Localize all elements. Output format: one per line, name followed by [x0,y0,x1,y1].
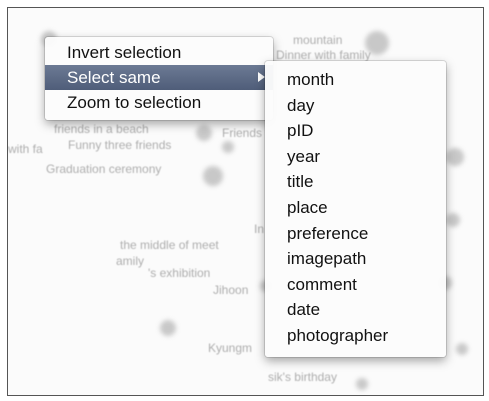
photo-caption: amily [116,254,145,268]
context-menu: Invert selection Select same Zoom to sel… [45,37,273,120]
photo-bubble[interactable] [203,166,223,186]
menu-item-label: Invert selection [67,43,182,62]
photo-caption: Friends [222,126,263,140]
submenu-item-photographer[interactable]: photographer [265,323,446,349]
menu-item-zoom-to-selection[interactable]: Zoom to selection [45,90,273,115]
photo-bubble[interactable] [446,213,460,227]
photo-caption: Kyungm [208,341,253,355]
submenu-item-preference[interactable]: preference [265,221,446,247]
submenu-item-title[interactable]: title [265,169,446,195]
submenu-item-year[interactable]: year [265,144,446,170]
submenu-item-imagepath[interactable]: imagepath [265,246,446,272]
photo-caption: Graduation ceremony [46,162,162,176]
photo-caption: friends in a beach [54,122,149,136]
photo-bubble[interactable] [160,320,176,336]
submenu-item-month[interactable]: month [265,67,446,93]
submenu-item-pid[interactable]: pID [265,118,446,144]
photo-bubble[interactable] [456,343,468,355]
photo-bubble[interactable] [196,125,212,141]
photo-caption: 's exhibition [148,266,211,280]
menu-item-invert-selection[interactable]: Invert selection [45,40,273,65]
submenu-item-date[interactable]: date [265,297,446,323]
photo-caption: Jihoon [213,283,249,297]
photo-bubble[interactable] [446,148,464,166]
photo-caption: Dinner with family [276,48,371,62]
submenu-arrow-icon [258,72,265,82]
photo-caption: with fa [8,142,43,156]
submenu-item-place[interactable]: place [265,195,446,221]
photo-caption: In [254,222,265,236]
select-same-submenu: month day pID year title place preferenc… [265,61,446,357]
menu-item-label: Zoom to selection [67,93,202,112]
photo-caption: Funny three friends [68,138,172,152]
menu-item-select-same[interactable]: Select same [45,65,273,90]
photo-caption: sik's birthday [268,370,337,384]
photo-caption: mountain [293,33,343,47]
submenu-item-day[interactable]: day [265,93,446,119]
photo-bubble[interactable] [356,378,368,390]
menu-item-label: Select same [67,68,161,87]
photo-caption: the middle of meet [120,238,219,252]
submenu-item-comment[interactable]: comment [265,272,446,298]
photo-bubble[interactable] [222,141,234,153]
